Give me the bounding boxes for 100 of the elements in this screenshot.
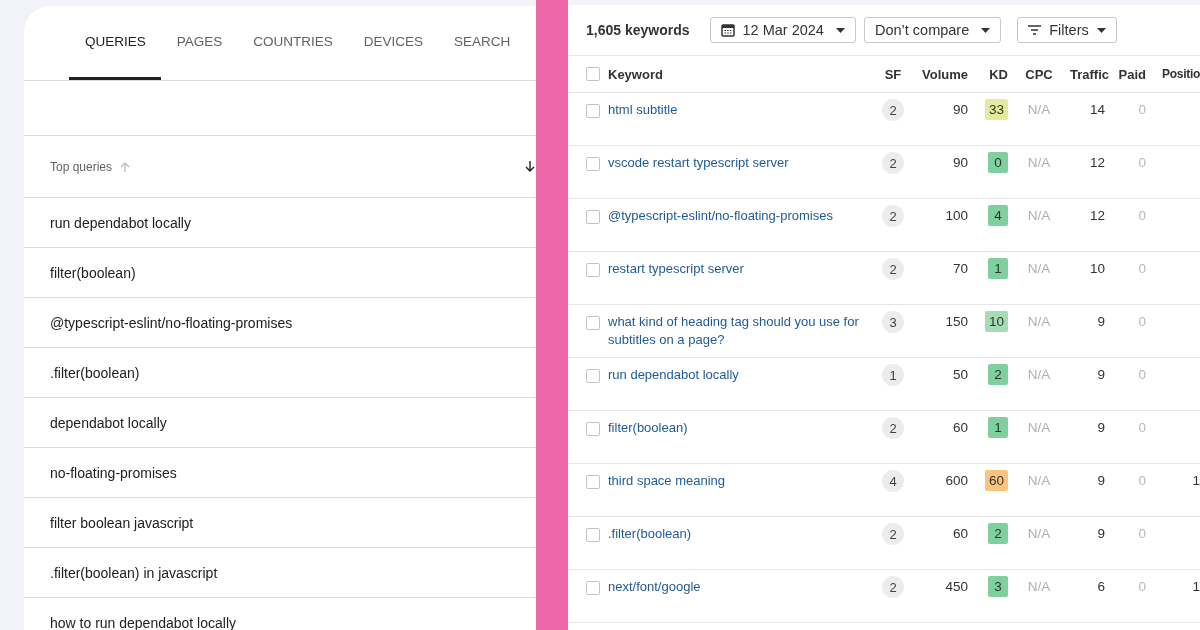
- keyword-difficulty: 2: [988, 364, 1008, 385]
- keyword-count: 1,605 keywords: [586, 22, 690, 38]
- checkbox[interactable]: [586, 475, 600, 489]
- keyword-difficulty: 1: [988, 417, 1008, 438]
- serp-features-count: 4: [882, 470, 904, 492]
- cpc-value: N/A: [1026, 207, 1052, 225]
- volume-value: 60: [951, 419, 968, 437]
- cpc-value: N/A: [1026, 578, 1052, 596]
- checkbox[interactable]: [586, 422, 600, 436]
- calendar-icon: [720, 23, 735, 37]
- query-text: @typescript-eslint/no-floating-promises: [50, 314, 293, 331]
- traffic-value: 9: [1096, 472, 1105, 490]
- keyword-link[interactable]: @typescript-eslint/no-floating-promises: [608, 207, 880, 225]
- query-text: .filter(boolean): [50, 364, 140, 381]
- serp-features-count: 3: [882, 311, 904, 333]
- serp-features-count: 2: [882, 205, 904, 227]
- cpc-value: N/A: [1026, 472, 1052, 490]
- cpc-value: N/A: [1026, 313, 1052, 331]
- tab[interactable]: PAGES: [160, 6, 238, 80]
- volume-value: 90: [951, 154, 968, 172]
- column-header[interactable]: CPC: [1008, 66, 1070, 82]
- keyword-link[interactable]: filter(boolean): [608, 419, 880, 437]
- keyword-difficulty: 2: [988, 523, 1008, 544]
- volume-value: 100: [944, 207, 968, 225]
- keyword-difficulty: 4: [988, 205, 1008, 226]
- checkbox[interactable]: [586, 210, 600, 224]
- traffic-value: 12: [1088, 207, 1105, 225]
- column-header[interactable]: SF: [880, 66, 906, 82]
- tab[interactable]: COUNTRIES: [237, 6, 348, 80]
- volume-value: 600: [944, 472, 968, 490]
- traffic-value: 10: [1088, 260, 1105, 278]
- checkbox[interactable]: [586, 104, 600, 118]
- position-value: 1: [1191, 472, 1200, 490]
- checkbox[interactable]: [586, 581, 600, 595]
- volume-value: 150: [944, 313, 968, 331]
- column-header[interactable]: Keyword: [608, 66, 880, 82]
- query-text: no-floating-promises: [50, 464, 177, 481]
- paid-value: 0: [1137, 578, 1146, 596]
- caret-icon: [835, 27, 845, 33]
- serp-features-count: 2: [882, 258, 904, 280]
- checkbox[interactable]: [586, 316, 600, 330]
- paid-value: 0: [1137, 525, 1146, 543]
- traffic-value: 14: [1088, 101, 1105, 119]
- checkbox[interactable]: [586, 263, 600, 277]
- compare-dropdown[interactable]: Don’t compare: [863, 17, 1002, 43]
- paid-value: 0: [1137, 313, 1146, 331]
- column-header[interactable]: KD: [968, 66, 1008, 82]
- query-text: dependabot locally: [50, 414, 167, 431]
- paid-value: 0: [1137, 366, 1146, 384]
- traffic-value: 9: [1096, 313, 1105, 331]
- keyword-difficulty: 33: [984, 99, 1008, 120]
- arrow-down-icon[interactable]: [524, 160, 536, 173]
- cpc-value: N/A: [1026, 366, 1052, 384]
- serp-features-count: 2: [882, 152, 904, 174]
- volume-value: 50: [951, 366, 968, 384]
- keyword-link[interactable]: html subtitle: [608, 101, 880, 119]
- caret-icon: [1096, 27, 1106, 33]
- tab[interactable]: QUERIES: [69, 6, 161, 80]
- column-header[interactable]: Volume: [906, 66, 968, 82]
- serp-features-count: 2: [882, 417, 904, 439]
- keyword-difficulty: 60: [984, 470, 1008, 491]
- caret-icon: [981, 27, 991, 33]
- traffic-value: 12: [1088, 154, 1105, 172]
- checkbox[interactable]: [586, 157, 600, 171]
- keyword-link[interactable]: run dependabot locally: [608, 366, 880, 384]
- traffic-value: 9: [1096, 366, 1105, 384]
- date-dropdown[interactable]: 12 Mar 2024: [709, 17, 856, 43]
- serp-features-count: 2: [882, 576, 904, 598]
- query-text: filter boolean javascript: [50, 514, 194, 531]
- checkbox[interactable]: [586, 528, 600, 542]
- checkbox[interactable]: [586, 369, 600, 383]
- column-header[interactable]: Top queries: [50, 159, 113, 174]
- paid-value: 0: [1137, 154, 1146, 172]
- serp-features-count: 2: [882, 523, 904, 545]
- position-value: 1: [1191, 578, 1200, 596]
- arrow-up-icon: [119, 160, 132, 173]
- serp-features-count: 2: [882, 99, 904, 121]
- serp-features-count: 1: [882, 364, 904, 386]
- keyword-link[interactable]: what kind of heading tag should you use for subtitles on a page?: [608, 313, 880, 349]
- checkbox[interactable]: [586, 67, 600, 81]
- paid-value: 0: [1137, 101, 1146, 119]
- keyword-link[interactable]: next/font/google: [608, 578, 880, 596]
- keyword-link[interactable]: vscode restart typescript server: [608, 154, 880, 172]
- cpc-value: N/A: [1026, 525, 1052, 543]
- volume-value: 450: [944, 578, 968, 596]
- column-header[interactable]: Positio: [1146, 67, 1200, 81]
- cpc-value: N/A: [1026, 101, 1052, 119]
- traffic-value: 9: [1096, 525, 1105, 543]
- volume-value: 90: [951, 101, 968, 119]
- paid-value: 0: [1137, 260, 1146, 278]
- keyword-link[interactable]: .filter(boolean): [608, 525, 880, 543]
- traffic-value: 6: [1096, 578, 1105, 596]
- keyword-link[interactable]: third space meaning: [608, 472, 880, 490]
- filters-button[interactable]: Filters: [1017, 17, 1117, 43]
- traffic-value: 9: [1096, 419, 1105, 437]
- tab[interactable]: SEARCH: [438, 6, 526, 80]
- keyword-link[interactable]: restart typescript server: [608, 260, 880, 278]
- cpc-value: N/A: [1026, 154, 1052, 172]
- paid-value: 0: [1137, 472, 1146, 490]
- tab[interactable]: DEVICES: [347, 6, 439, 80]
